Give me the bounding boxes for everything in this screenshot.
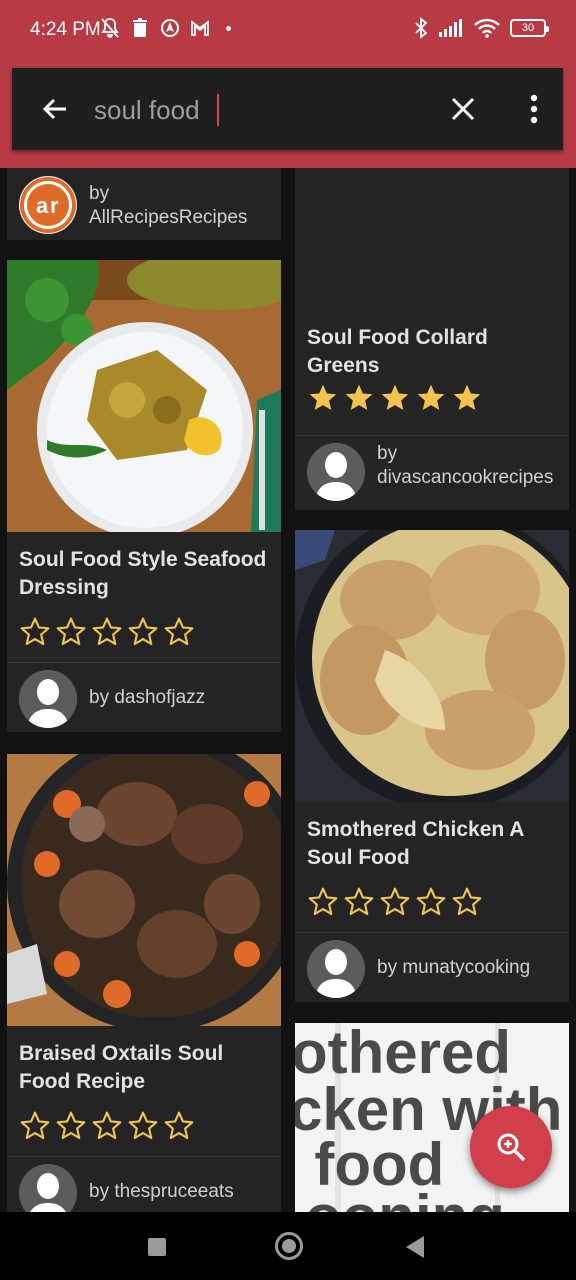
star-outline-icon	[56, 617, 86, 646]
recipe-card[interactable]: Braised Oxtails Soul Food Recipe by thes…	[7, 754, 281, 1212]
avatar	[307, 443, 365, 501]
star-outline-icon	[452, 887, 482, 916]
star-filled-icon	[453, 384, 481, 410]
svg-text:r: r	[50, 193, 59, 218]
recipe-author: by AllRecipesRecipes	[89, 183, 248, 228]
star-outline-icon	[56, 1111, 86, 1140]
star-outline-icon	[128, 617, 158, 646]
recipe-card[interactable]: Smothered Chicken A Soul Food by munatyc…	[295, 530, 569, 1002]
status-bar: 4:24 PM 30	[0, 0, 576, 60]
star-outline-icon	[164, 1111, 194, 1140]
star-filled-icon	[381, 384, 409, 410]
recipe-title: Soul Food Style Seafood Dressing	[19, 548, 267, 599]
star-outline-icon	[308, 887, 338, 916]
star-outline-icon	[92, 1111, 122, 1140]
divider	[295, 932, 569, 933]
more-vert-icon[interactable]	[522, 92, 546, 126]
recent-apps-button[interactable]	[148, 1238, 166, 1256]
recipe-card[interactable]: a r by AllRecipesRecipes	[7, 168, 281, 240]
smothered-chicken-photo	[295, 530, 569, 802]
divider	[7, 1156, 281, 1157]
search-input[interactable]	[94, 90, 394, 130]
gmail-icon	[191, 20, 209, 36]
recipe-title: Smothered Chicken A Soul Food	[307, 818, 524, 869]
recipe-title: Braised Oxtails Soul Food Recipe	[19, 1042, 224, 1093]
status-time: 4:24 PM	[30, 19, 101, 40]
default-avatar-icon	[19, 670, 77, 728]
wifi-icon	[474, 18, 500, 38]
default-avatar-icon	[307, 443, 365, 501]
app-header: 4:24 PM 30	[0, 0, 576, 168]
default-avatar-icon	[307, 940, 365, 998]
notification-icons	[100, 17, 231, 39]
recipe-card[interactable]: Soul Food Style Seafood Dressing by dash…	[7, 260, 281, 732]
recipe-image	[295, 530, 569, 802]
recipe-image	[7, 754, 281, 1026]
image-text-line: ooning	[305, 1183, 505, 1212]
star-outline-icon	[416, 887, 446, 916]
star-rating	[19, 616, 195, 648]
battery-level: 30	[521, 22, 535, 34]
recipe-card[interactable]: Soul Food Collard Greens by divascancook…	[295, 168, 569, 510]
zoom-search-icon	[497, 1133, 526, 1162]
back-arrow-icon[interactable]	[38, 92, 72, 126]
home-button[interactable]	[275, 1232, 303, 1260]
allrecipes-logo-icon: a r	[20, 177, 76, 233]
notifications-off-icon	[101, 18, 119, 38]
default-avatar-icon	[19, 1164, 77, 1212]
avatar	[19, 670, 77, 728]
battery-icon: 30	[510, 19, 549, 37]
recipe-author: by munatycooking	[377, 957, 531, 978]
star-rating	[19, 1110, 195, 1142]
star-outline-icon	[344, 887, 374, 916]
bluetooth-icon	[415, 17, 428, 39]
star-outline-icon	[380, 887, 410, 916]
star-filled-icon	[309, 384, 337, 410]
divider	[7, 662, 281, 663]
avatar	[19, 1164, 77, 1212]
star-outline-icon	[20, 1111, 50, 1140]
avatar	[307, 940, 365, 998]
recipe-image	[7, 260, 281, 532]
navigation-icon	[161, 19, 179, 37]
star-rating	[307, 886, 483, 918]
star-filled-icon	[345, 384, 373, 410]
recipe-image	[295, 168, 569, 308]
recipe-title: Soul Food Collard Greens	[307, 326, 488, 377]
search-bar	[12, 68, 563, 150]
clear-icon[interactable]	[447, 93, 479, 125]
star-rating	[307, 382, 483, 414]
search-fab-button[interactable]	[470, 1106, 552, 1188]
braised-oxtails-photo	[7, 754, 281, 1026]
svg-text:a: a	[36, 193, 49, 218]
system-icons: 30	[414, 17, 549, 39]
divider	[295, 435, 569, 436]
text-cursor	[217, 94, 219, 126]
recipe-grid: a r by AllRecipesRecipes Soul Food Colla…	[0, 168, 576, 1212]
trash-icon	[133, 18, 147, 37]
recipe-author: by thespruceeats	[89, 1181, 234, 1202]
avatar: a r	[19, 176, 77, 234]
recipe-author: by dashofjazz	[89, 687, 206, 708]
star-outline-icon	[128, 1111, 158, 1140]
star-outline-icon	[20, 617, 50, 646]
star-outline-icon	[164, 617, 194, 646]
signal-icon	[439, 19, 462, 37]
recipe-author: by divascancookrecipes	[377, 443, 554, 488]
back-button[interactable]	[406, 1236, 424, 1258]
star-filled-icon	[417, 384, 445, 410]
star-outline-icon	[92, 617, 122, 646]
system-nav-bar	[0, 1212, 576, 1280]
more-notifications-icon	[226, 25, 231, 31]
seafood-dressing-photo	[7, 260, 281, 532]
